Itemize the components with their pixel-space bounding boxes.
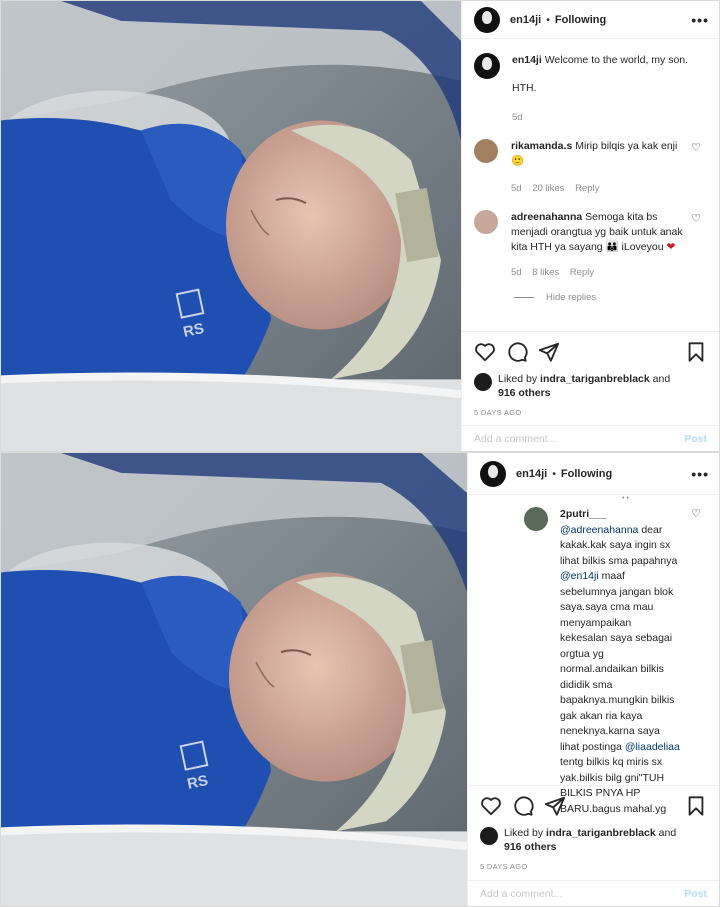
action-icons-row <box>474 340 707 364</box>
post-actions: Liked by indra_tariganbreblack and 916 o… <box>468 785 719 871</box>
post-panel-top: RS en14ji • Following ••• en14ji Welcome… <box>0 0 720 452</box>
liked-by-others[interactable]: 916 others <box>504 841 557 853</box>
comment-likes[interactable]: 20 likes <box>532 183 564 194</box>
comment-icon[interactable] <box>506 341 528 363</box>
bookmark-icon[interactable] <box>685 795 707 817</box>
comment-emoji: 👪 <box>605 241 619 253</box>
red-heart-emoji: ❤ <box>666 241 676 253</box>
comment-like-heart-icon[interactable]: ♡ <box>691 507 701 520</box>
add-comment-bar: Add a comment... Post <box>462 425 719 451</box>
caption-line-1: Welcome to the world, my son. <box>544 54 689 66</box>
comment-item: adreenahanna Semoga kita bs menjadi oran… <box>462 210 719 280</box>
post-header: en14ji • Following ••• <box>462 1 719 39</box>
post-sidebar: en14ji • Following ••• • • 2putri___ @ad… <box>467 453 719 906</box>
mention-link[interactable]: @liaadeliaa <box>625 741 680 753</box>
add-comment-bar: Add a comment... Post <box>468 880 719 906</box>
comment-like-heart-icon[interactable]: ♡ <box>691 141 701 154</box>
more-options-icon[interactable]: ••• <box>691 466 709 482</box>
post-sidebar: en14ji • Following ••• en14ji Welcome to… <box>461 1 719 451</box>
liker-avatar[interactable] <box>474 373 492 391</box>
commenter-avatar[interactable] <box>524 507 548 531</box>
add-comment-input[interactable]: Add a comment... <box>474 433 556 445</box>
liked-by-and: and <box>652 373 671 385</box>
comment-text: Mirip bilqis ya kak enji <box>575 140 678 152</box>
following-button[interactable]: Following <box>561 468 612 480</box>
comment-username[interactable]: rikamanda.s <box>511 140 572 152</box>
liked-by-and: and <box>658 827 677 839</box>
author-username[interactable]: en14ji <box>510 14 541 26</box>
post-actions: Liked by indra_tariganbreblack and 916 o… <box>462 331 719 417</box>
post-photo[interactable]: RS <box>1 453 467 906</box>
reply-button[interactable]: Reply <box>570 267 594 278</box>
hide-replies-label[interactable]: Hide replies <box>546 292 596 303</box>
comment-emoji: 🙂 <box>511 155 525 167</box>
share-icon[interactable] <box>538 341 560 363</box>
share-icon[interactable] <box>544 795 566 817</box>
liked-by: Liked by indra_tariganbreblack and 916 o… <box>474 372 707 400</box>
liked-by-user[interactable]: indra_tariganbreblack <box>546 827 656 839</box>
comment-item: rikamanda.s Mirip bilqis ya kak enji 🙂 5d… <box>462 139 719 196</box>
liked-by-user[interactable]: indra_tariganbreblack <box>540 373 650 385</box>
add-comment-input[interactable]: Add a comment... <box>480 888 562 900</box>
comment-text: maaf sebelumnya jangan blok saya.saya cm… <box>560 570 675 753</box>
author-username[interactable]: en14ji <box>516 468 547 480</box>
liker-avatar[interactable] <box>480 827 498 845</box>
mention-link[interactable]: @adreenahanna <box>560 524 638 536</box>
caption-time: 5d <box>512 112 523 123</box>
separator-dot: • <box>546 13 550 26</box>
reply-button[interactable]: Reply <box>575 183 599 194</box>
liked-by-prefix: Liked by <box>498 373 538 385</box>
separator-dot: • <box>552 467 556 480</box>
comment-username[interactable]: 2putri___ <box>560 507 680 523</box>
liked-by-others[interactable]: 916 others <box>498 387 551 399</box>
comment-time: 5d <box>511 183 522 194</box>
bookmark-icon[interactable] <box>685 341 707 363</box>
baby-photo-image: RS <box>1 453 467 906</box>
comment-username[interactable]: adreenahanna <box>511 211 582 223</box>
following-button[interactable]: Following <box>555 14 606 26</box>
post-comment-button[interactable]: Post <box>684 888 707 900</box>
reply-comment-item: 2putri___ @adreenahanna dear kakak.kak s… <box>468 495 719 817</box>
commenter-avatar[interactable] <box>474 139 498 163</box>
heart-icon[interactable] <box>480 795 502 817</box>
comment-icon[interactable] <box>512 795 534 817</box>
action-icons-row <box>480 794 707 818</box>
caption-author-avatar[interactable] <box>474 53 500 79</box>
comment-time: 5d <box>511 267 522 278</box>
comment-like-heart-icon[interactable]: ♡ <box>691 212 701 225</box>
caption-line-2: HTH. <box>512 82 537 94</box>
comment-likes[interactable]: 8 likes <box>532 267 559 278</box>
commenter-avatar[interactable] <box>474 210 498 234</box>
post-header: en14ji • Following ••• <box>468 453 719 495</box>
author-avatar[interactable] <box>480 460 506 487</box>
comment-text-2: iLoveyou <box>621 241 664 253</box>
post-photo[interactable]: RS <box>1 1 461 451</box>
hide-replies-line <box>514 297 534 298</box>
hide-replies-button[interactable]: Hide replies <box>514 292 719 303</box>
author-avatar[interactable] <box>474 6 500 33</box>
post-time-ago[interactable]: 5 DAYS AGO <box>480 862 707 871</box>
post-time-ago[interactable]: 5 DAYS AGO <box>474 408 707 417</box>
post-caption: en14ji Welcome to the world, my son. HTH… <box>462 39 719 125</box>
liked-by-prefix: Liked by <box>504 827 544 839</box>
post-comment-button[interactable]: Post <box>684 433 707 445</box>
baby-photo-image: RS <box>1 1 461 451</box>
caption-username[interactable]: en14ji <box>512 54 542 66</box>
heart-icon[interactable] <box>474 341 496 363</box>
liked-by: Liked by indra_tariganbreblack and 916 o… <box>480 826 707 854</box>
mention-link[interactable]: @en14ji <box>560 570 599 582</box>
more-options-icon[interactable]: ••• <box>691 12 709 28</box>
post-panel-bottom: RS en14ji • Following ••• • • 2putri___ … <box>0 452 720 907</box>
